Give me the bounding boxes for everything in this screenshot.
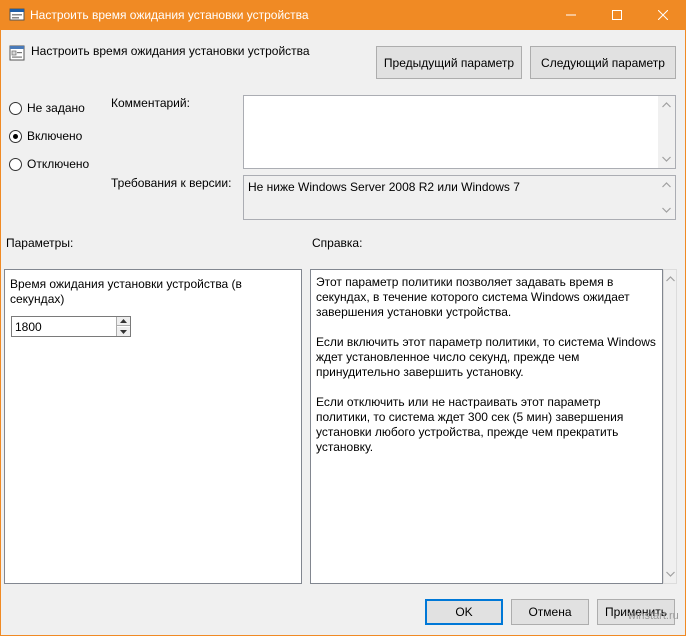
radio-circle (9, 157, 22, 171)
scroll-up-icon[interactable] (662, 182, 671, 188)
radio-label: Не задано (27, 101, 85, 115)
scroll-down-icon[interactable] (666, 571, 675, 577)
help-panel: Этот параметр политики позволяет задават… (310, 269, 663, 584)
comment-textarea[interactable] (243, 95, 676, 169)
requirements-scrollbar[interactable] (658, 176, 675, 219)
spin-up-icon (120, 319, 127, 323)
spin-down-button[interactable] (117, 327, 130, 336)
previous-setting-button[interactable]: Предыдущий параметр (376, 46, 522, 79)
policy-setting-icon (9, 45, 25, 61)
spin-buttons (116, 317, 130, 336)
scroll-up-icon[interactable] (662, 102, 671, 108)
scroll-up-icon[interactable] (666, 276, 675, 282)
help-paragraph: Если включить этот параметр политики, то… (316, 335, 656, 379)
close-icon (658, 10, 668, 20)
next-setting-button[interactable]: Следующий параметр (530, 46, 676, 79)
help-heading: Справка: (312, 236, 363, 250)
ok-label: OK (455, 605, 473, 619)
previous-setting-label: Предыдущий параметр (383, 55, 515, 70)
minimize-button[interactable] (548, 0, 594, 30)
watermark: winstart.ru (628, 610, 679, 622)
comment-scrollbar[interactable] (658, 96, 675, 168)
help-paragraph: Если отключить или не настраивать этот п… (316, 395, 624, 454)
spin-down-icon (120, 329, 127, 334)
timeout-spinbox[interactable]: 1800 (11, 316, 131, 337)
close-button[interactable] (640, 0, 686, 30)
ok-button[interactable]: OK (425, 599, 503, 625)
timeout-label: Время ожидания установки устройства (в с… (10, 277, 242, 306)
help-paragraph: Этот параметр политики позволяет задават… (316, 275, 630, 319)
cancel-button[interactable]: Отмена (511, 599, 589, 625)
comment-label: Комментарий: (111, 96, 190, 110)
requirements-field: Не ниже Windows Server 2008 R2 или Windo… (243, 175, 676, 220)
window-title: Настроить время ожидания установки устро… (30, 8, 309, 22)
radio-circle-checked (9, 129, 22, 143)
options-panel: Время ожидания установки устройства (в с… (4, 269, 302, 584)
requirements-label: Требования к версии: (111, 176, 232, 190)
cancel-label: Отмена (528, 605, 572, 619)
radio-circle (9, 101, 22, 115)
maximize-icon (612, 10, 622, 20)
help-scrollbar[interactable] (663, 269, 677, 584)
next-setting-label: Следующий параметр (541, 55, 665, 70)
minimize-icon (566, 14, 576, 16)
setting-title: Настроить время ожидания установки устро… (31, 44, 310, 58)
spin-up-button[interactable] (117, 317, 130, 326)
radio-label: Включено (27, 129, 83, 143)
help-text: Этот параметр политики позволяет задават… (316, 275, 656, 470)
title-bar[interactable]: Настроить время ожидания установки устро… (0, 0, 686, 30)
radio-not-configured[interactable]: Не задано (9, 101, 85, 115)
scroll-down-icon[interactable] (662, 156, 671, 162)
radio-enabled[interactable]: Включено (9, 129, 82, 143)
requirements-value: Не ниже Windows Server 2008 R2 или Windo… (248, 180, 520, 194)
timeout-value: 1800 (15, 320, 42, 334)
maximize-button[interactable] (594, 0, 640, 30)
policy-window-icon (9, 8, 25, 21)
radio-disabled[interactable]: Отключено (9, 157, 89, 171)
options-heading: Параметры: (6, 236, 74, 250)
radio-label: Отключено (27, 157, 90, 171)
scroll-down-icon[interactable] (662, 207, 671, 213)
